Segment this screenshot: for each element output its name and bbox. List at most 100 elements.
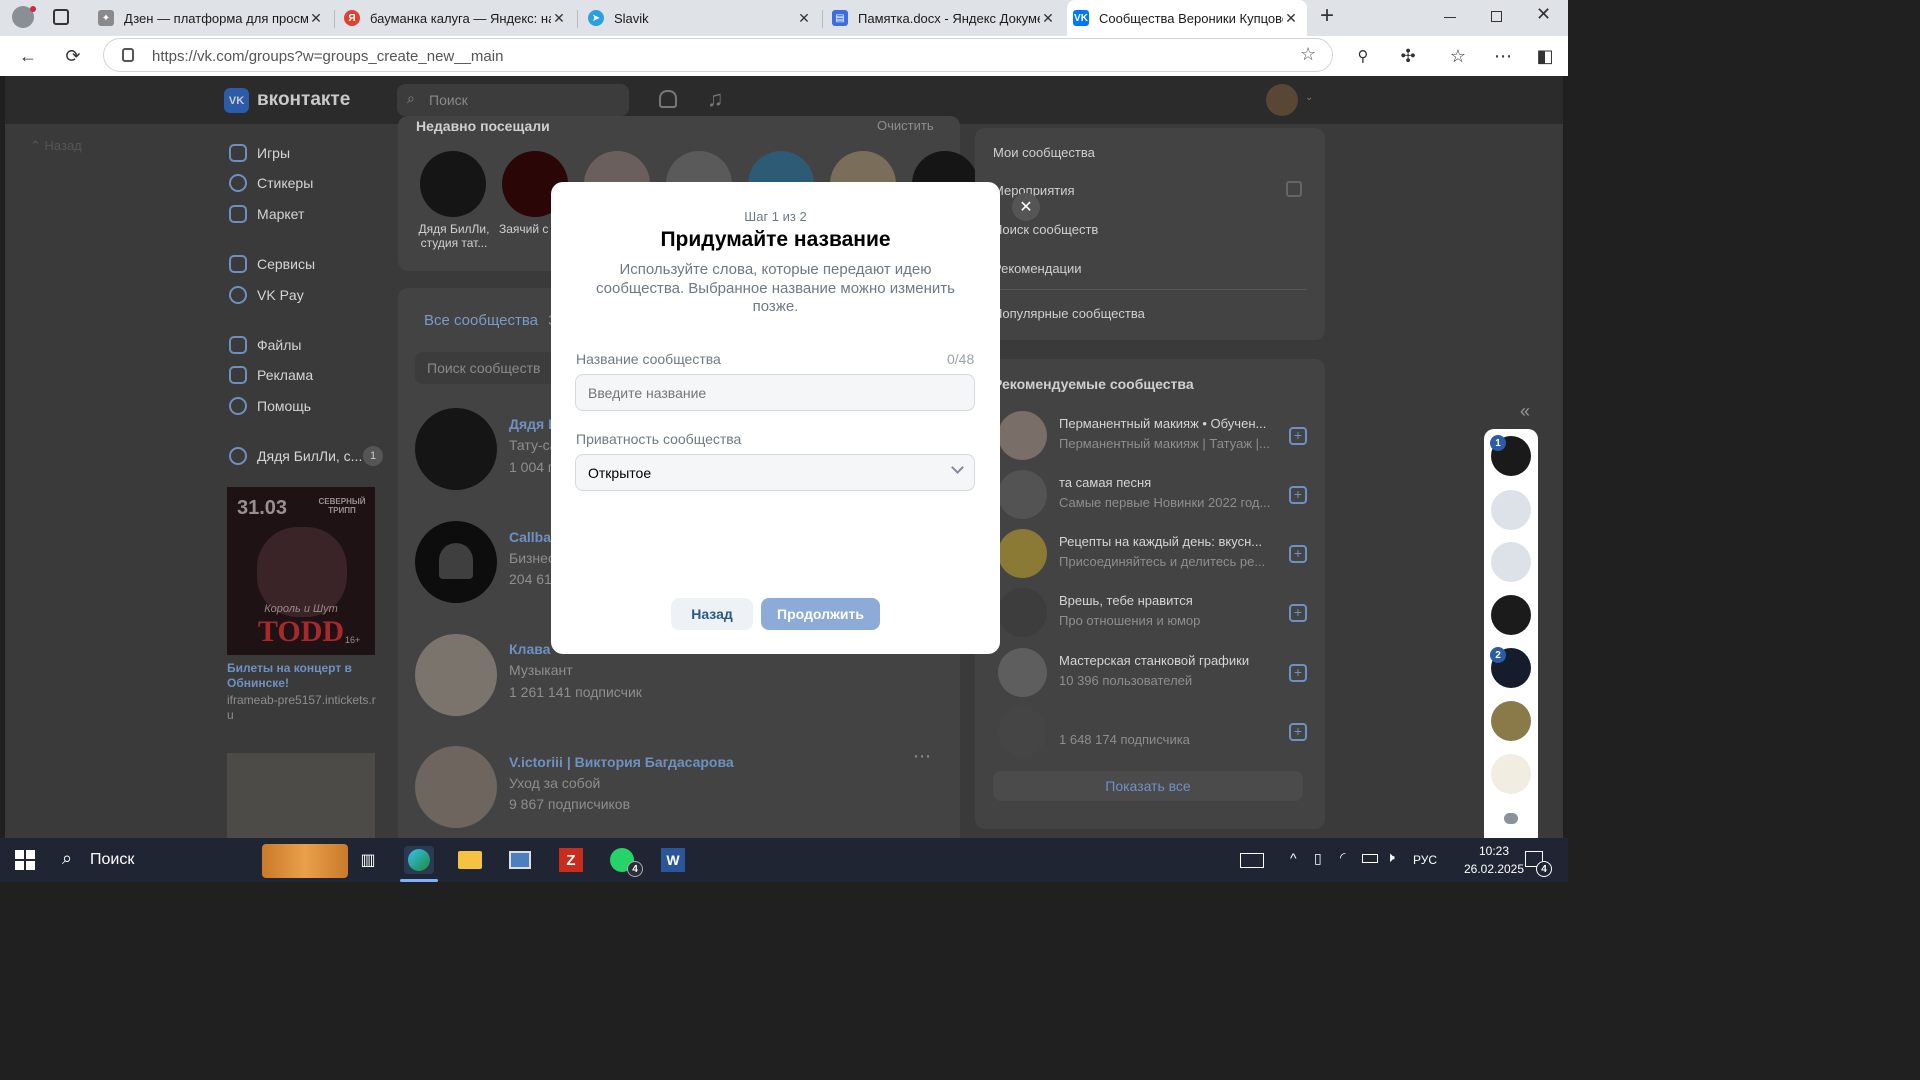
clock-date[interactable]: 26.02.2025 xyxy=(1458,862,1530,876)
vk-search-input[interactable]: ⌕ Поиск xyxy=(397,84,629,116)
menu-item-vkpay[interactable]: VK Pay xyxy=(229,286,304,304)
tab-all-communities[interactable]: Все сообщества 32 xyxy=(424,312,565,329)
task-view-icon[interactable]: ▥ xyxy=(353,846,383,874)
rocket-extension-icon[interactable]: ⚲ xyxy=(1351,44,1375,68)
vk-logo-text[interactable]: вконтакте xyxy=(257,89,350,111)
menu-item-services[interactable]: Сервисы xyxy=(229,255,315,273)
tab-yandex-docs[interactable]: ▤ Памятка.docx - Яндекс Докумен ✕ xyxy=(826,4,1064,32)
file-explorer-icon[interactable] xyxy=(455,846,485,874)
chat-avatar-placeholder[interactable] xyxy=(1491,542,1531,582)
back-button[interactable]: Назад xyxy=(671,598,753,630)
chevron-down-icon[interactable]: ⌄ xyxy=(1305,92,1313,103)
keyboard-icon[interactable] xyxy=(1240,853,1264,868)
ad-title-link[interactable]: Билеты на концерт в Обнинске! xyxy=(227,661,375,691)
tab-telegram[interactable]: ➤ Slavik ✕ xyxy=(582,4,820,32)
community-name[interactable]: Клава xyxy=(509,641,550,657)
join-plus-icon[interactable]: + xyxy=(1289,604,1307,622)
rail-collapse-icon[interactable]: « xyxy=(1520,401,1530,422)
minimize-window-icon[interactable] xyxy=(1444,17,1456,18)
close-tab-icon[interactable]: ✕ xyxy=(796,10,812,27)
recommended-item[interactable]: Рецепты на каждый день: вкусн... Присоеди… xyxy=(998,529,1308,579)
more-menu-icon[interactable]: ⋯ xyxy=(1491,44,1515,68)
chat-avatar[interactable] xyxy=(1491,595,1531,635)
language-indicator[interactable]: РУС xyxy=(1413,853,1437,867)
chat-avatar[interactable] xyxy=(1491,701,1531,741)
show-all-button[interactable]: Показать все xyxy=(993,771,1303,801)
chat-avatar[interactable] xyxy=(1491,754,1531,794)
windows-start-icon[interactable] xyxy=(10,846,40,874)
battery-icon[interactable] xyxy=(1362,854,1378,863)
favorite-star-icon[interactable]: ☆ xyxy=(1300,44,1316,65)
menu-item-games[interactable]: Игры xyxy=(229,144,290,162)
ad-banner-image[interactable]: 31.03 СЕВЕРНЫЙ ТРИПП Король и Шут TODD 1… xyxy=(227,487,375,655)
chat-bubble-icon[interactable] xyxy=(1504,813,1518,824)
join-plus-icon[interactable]: + xyxy=(1289,545,1307,563)
tab-actions-icon[interactable] xyxy=(53,9,69,25)
right-menu-search[interactable]: Поиск сообществ xyxy=(993,222,1098,237)
sidebar-toggle-icon[interactable]: ◧ xyxy=(1533,44,1557,68)
recommended-item[interactable]: 1 648 174 подписчика + xyxy=(998,707,1308,757)
meet-icon[interactable]: ▯ xyxy=(1314,850,1322,867)
calendar-icon[interactable] xyxy=(1286,181,1302,197)
menu-item-stickers[interactable]: Стикеры xyxy=(229,174,313,192)
close-tab-icon[interactable]: ✕ xyxy=(551,10,567,27)
close-modal-button[interactable]: ✕ xyxy=(1012,193,1040,221)
volume-muted-icon[interactable]: 🕨 xyxy=(1386,849,1395,866)
privacy-select[interactable]: Открытое xyxy=(575,454,975,491)
chat-avatar-placeholder[interactable] xyxy=(1491,490,1531,530)
clock-time[interactable]: 10:23 xyxy=(1464,844,1524,858)
close-tab-icon[interactable]: ✕ xyxy=(1283,10,1299,27)
filezilla-icon[interactable]: Z xyxy=(556,846,586,874)
community-avatar[interactable] xyxy=(415,408,497,490)
join-plus-icon[interactable]: + xyxy=(1289,486,1307,504)
join-plus-icon[interactable]: + xyxy=(1289,664,1307,682)
back-link[interactable]: ⌃ Назад xyxy=(30,138,82,154)
network-app-icon[interactable] xyxy=(505,846,535,874)
recommended-item[interactable]: та самая песня Самые первые Новинки 2022 … xyxy=(998,470,1308,520)
vk-logo-icon[interactable]: VK xyxy=(224,88,249,113)
recent-clear-link[interactable]: Очистить xyxy=(877,118,934,133)
community-avatar[interactable] xyxy=(415,746,497,828)
right-menu-popular[interactable]: Популярные сообщества xyxy=(993,306,1145,321)
music-icon[interactable]: ♫ xyxy=(707,86,724,112)
join-plus-icon[interactable]: + xyxy=(1289,723,1307,741)
recent-avatar[interactable] xyxy=(420,151,486,217)
right-menu-my-communities[interactable]: Мои сообщества xyxy=(993,145,1095,160)
recommended-item[interactable]: Перманентный макияж • Обучен... Перманент… xyxy=(998,411,1308,461)
address-bar[interactable]: https://vk.com/groups?w=groups_create_ne… xyxy=(103,38,1333,72)
close-tab-icon[interactable]: ✕ xyxy=(1040,10,1056,27)
close-tab-icon[interactable]: ✕ xyxy=(308,10,324,27)
tab-vk-communities[interactable]: VK Сообщества Вероники Купцово ✕ xyxy=(1067,0,1307,36)
notifications-bell-icon[interactable] xyxy=(659,90,677,108)
recommended-item[interactable]: Мастерская станковой графики 10 396 польз… xyxy=(998,648,1308,698)
chevron-up-icon[interactable]: ^ xyxy=(1290,850,1297,866)
reload-icon[interactable]: ⟳ xyxy=(61,44,85,68)
menu-item-market[interactable]: Маркет xyxy=(229,205,304,223)
right-menu-recommendations[interactable]: Рекомендации xyxy=(993,261,1082,276)
menu-item-files[interactable]: Файлы xyxy=(229,336,301,354)
recommended-item[interactable]: Врешь, тебе нравится Про отношения и юмор… xyxy=(998,588,1308,638)
address-url[interactable]: https://vk.com/groups?w=groups_create_ne… xyxy=(152,48,503,65)
community-avatar[interactable] xyxy=(415,634,497,716)
menu-item-help[interactable]: Помощь xyxy=(229,397,311,415)
extensions-icon[interactable]: ✣ xyxy=(1396,44,1420,68)
wifi-icon[interactable]: ◜ xyxy=(1340,849,1345,866)
taskbar-search[interactable]: ⌕ Поиск xyxy=(50,838,350,882)
tab-yandex-search[interactable]: Я бауманка калуга — Яндекс: наш ✕ xyxy=(338,4,575,32)
more-actions-icon[interactable]: ⋯ xyxy=(913,746,931,767)
user-avatar[interactable] xyxy=(1266,84,1298,116)
join-plus-icon[interactable]: + xyxy=(1289,427,1307,445)
community-name[interactable]: V.ictoriii | Виктория Багдасарова xyxy=(509,754,734,770)
back-arrow-icon[interactable]: ← xyxy=(16,44,40,68)
community-name-input[interactable] xyxy=(575,374,975,411)
community-avatar[interactable] xyxy=(415,521,497,603)
word-icon[interactable]: W xyxy=(658,846,688,874)
ad-banner-2-image[interactable] xyxy=(227,753,375,838)
tab-dzen[interactable]: ✦ Дзен — платформа для просмот ✕ xyxy=(92,4,332,32)
close-window-icon[interactable]: ✕ xyxy=(1536,4,1551,25)
maximize-window-icon[interactable] xyxy=(1491,11,1502,22)
menu-item-group-shortcut[interactable]: Дядя БилЛи, с... 1 xyxy=(229,446,383,466)
edge-browser-icon[interactable] xyxy=(404,846,434,874)
new-tab-button[interactable]: + xyxy=(1320,2,1334,30)
favorites-icon[interactable]: ☆ xyxy=(1446,44,1470,68)
